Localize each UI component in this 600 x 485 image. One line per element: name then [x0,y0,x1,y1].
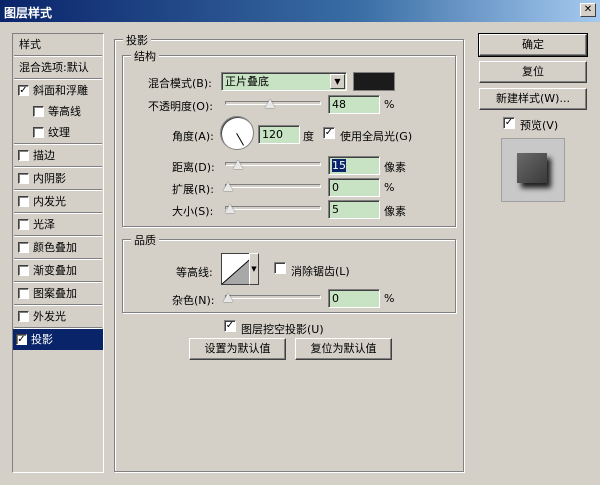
distance-slider[interactable] [225,157,321,173]
spread-slider-track [225,184,321,188]
style-item-contour[interactable]: 等高线 [13,101,103,122]
spread-label: 扩展(R): [172,183,214,196]
drop-shadow-title: 投影 [123,32,151,48]
shadow-color-swatch[interactable] [353,72,395,91]
style-item-outer-glow[interactable]: 外发光 [13,306,103,327]
inner-glow-checkbox[interactable] [18,196,29,207]
antialias-checkbox[interactable] [274,262,286,274]
size-label: 大小(S): [172,205,214,218]
set-default-button[interactable]: 设置为默认值 [189,338,286,360]
spread-slider-thumb[interactable] [223,182,233,191]
blend-mode-label: 混合模式(B): [148,77,212,90]
ok-button[interactable]: 确定 [478,33,588,57]
stroke-checkbox[interactable] [18,150,29,161]
preview-label: 预览(V) [520,119,559,132]
new-style-button[interactable]: 新建样式(W)... [479,88,587,110]
style-item-satin[interactable]: 光泽 [13,214,103,235]
spread-input[interactable]: 0 [328,178,380,197]
window-title: 图层样式 [4,6,53,20]
global-light-label: 使用全局光(G) [340,130,413,143]
size-input[interactable]: 5 [328,200,380,219]
noise-label: 杂色(N): [172,294,215,307]
structure-title: 结构 [131,48,159,64]
blend-mode-select[interactable]: 正片叠底 ▼ [221,72,347,91]
reset-default-button[interactable]: 复位为默认值 [295,338,392,360]
spread-slider[interactable] [223,179,321,195]
reset-button[interactable]: 复位 [479,61,587,83]
noise-input[interactable]: 0 [328,289,380,308]
preview-checkbox[interactable]: ✓ [503,117,515,129]
style-item-gradient-overlay[interactable]: 渐变叠加 [13,260,103,281]
close-icon: ✕ [583,4,593,15]
angle-dial-hand [236,133,244,146]
opacity-unit: % [384,98,395,111]
contour-label: 等高线: [176,266,213,279]
distance-slider-thumb[interactable] [233,160,243,169]
noise-slider-track [225,295,321,299]
style-preview-thumbnail [501,138,565,202]
contour-dropdown-button[interactable]: ▼ [249,253,259,285]
distance-label: 距离(D): [172,161,215,174]
bevel-checkbox[interactable]: ✓ [18,85,29,96]
size-slider-track [225,206,321,210]
size-slider-thumb[interactable] [225,204,235,213]
global-light-checkbox[interactable]: ✓ [323,127,335,139]
contour-checkbox[interactable] [33,106,44,117]
spread-unit: % [384,181,395,194]
distance-input[interactable]: 15 [328,156,380,175]
outer-glow-checkbox[interactable] [18,311,29,322]
angle-dial[interactable] [220,116,254,150]
close-button[interactable]: ✕ [580,3,596,17]
antialias-label: 消除锯齿(L) [291,265,350,278]
size-unit: 像素 [384,205,406,218]
opacity-slider-thumb[interactable] [265,99,275,108]
gradient-overlay-checkbox[interactable] [18,265,29,276]
size-slider[interactable] [225,201,321,217]
inner-shadow-checkbox[interactable] [18,173,29,184]
blend-options-item[interactable]: 混合选项:默认 [13,57,103,78]
style-item-drop-shadow[interactable]: ✓ 投影 [13,329,103,350]
noise-slider-thumb[interactable] [223,293,233,302]
title-bar: 图层样式 ✕ [0,0,600,22]
style-item-color-overlay[interactable]: 颜色叠加 [13,237,103,258]
style-list-header[interactable]: 样式 [13,34,103,55]
distance-unit: 像素 [384,161,406,174]
style-item-stroke[interactable]: 描边 [13,145,103,166]
style-item-texture[interactable]: 纹理 [13,122,103,143]
opacity-slider[interactable] [225,96,321,112]
opacity-input[interactable]: 48 [328,95,380,114]
style-item-inner-glow[interactable]: 内发光 [13,191,103,212]
pattern-overlay-checkbox[interactable] [18,288,29,299]
blend-mode-value: 正片叠底 [225,75,269,88]
knockout-label: 图层挖空投影(U) [241,323,324,336]
chevron-down-icon: ▼ [330,74,345,89]
noise-slider[interactable] [223,290,321,306]
drop-shadow-checkbox[interactable]: ✓ [16,334,27,345]
angle-label: 角度(A): [172,130,214,143]
texture-checkbox[interactable] [33,127,44,138]
style-item-pattern-overlay[interactable]: 图案叠加 [13,283,103,304]
quality-title: 品质 [131,232,159,248]
noise-unit: % [384,292,395,305]
angle-unit: 度 [303,130,314,143]
preview-box [517,153,547,183]
satin-checkbox[interactable] [18,219,29,230]
chevron-down-icon: ▼ [251,265,257,273]
angle-input[interactable]: 120 [258,125,300,144]
style-item-inner-shadow[interactable]: 内阴影 [13,168,103,189]
color-overlay-checkbox[interactable] [18,242,29,253]
opacity-label: 不透明度(O): [148,100,213,113]
style-list: 样式 混合选项:默认 ✓ 斜面和浮雕 等高线 纹理 描边 内阴影 内发光 光泽 … [12,33,104,473]
knockout-checkbox[interactable]: ✓ [224,320,236,332]
style-item-bevel[interactable]: ✓ 斜面和浮雕 [13,80,103,101]
